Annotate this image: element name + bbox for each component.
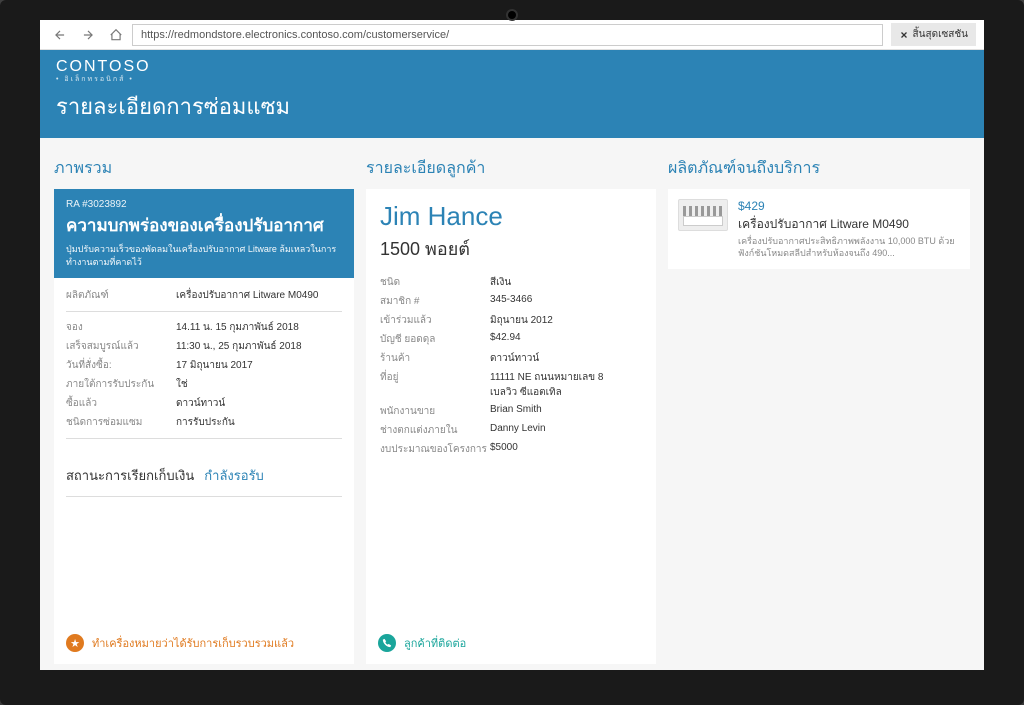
detail-row: ช่างตกแต่งภายในDanny Levin <box>380 423 642 438</box>
tablet-frame: https://redmondstore.electronics.contoso… <box>0 0 1024 705</box>
end-session-button[interactable]: สิ้นสุดเซสชัน <box>891 23 976 46</box>
products-panel: $429 เครื่องปรับอากาศ Litware M0490 เครื… <box>668 189 970 664</box>
product-title: เครื่องปรับอากาศ Litware M0490 <box>738 215 960 234</box>
repair-summary-card: RA #3023892 ความบกพร่องของเครื่องปรับอาก… <box>54 189 354 278</box>
screen: https://redmondstore.electronics.contoso… <box>40 20 984 670</box>
product-label: ผลิตภัณฑ์ <box>66 288 176 303</box>
detail-row: ร้านค้าดาวน์ทาวน์ <box>380 351 642 366</box>
divider <box>66 496 342 497</box>
detail-row: สมาชิก #345-3466 <box>380 294 642 309</box>
detail-value: 17 มิถุนายน 2017 <box>176 358 342 373</box>
detail-label: ชนิด <box>380 275 490 290</box>
product-row: ผลิตภัณฑ์ เครื่องปรับอากาศ Litware M0490 <box>66 288 342 303</box>
billing-value: กำลังรอรับ <box>204 465 264 486</box>
detail-value: การรับประกัน <box>176 415 342 430</box>
back-icon[interactable] <box>48 23 72 47</box>
detail-value: ดาวน์ทาวน์ <box>490 351 642 366</box>
url-input[interactable]: https://redmondstore.electronics.contoso… <box>132 24 883 46</box>
divider <box>66 438 342 439</box>
detail-value: $5000 <box>490 442 642 457</box>
detail-row: ซื้อแล้วดาวน์ทาวน์ <box>66 396 342 411</box>
star-icon: ★ <box>66 634 84 652</box>
customer-header: รายละเอียดลูกค้า <box>366 150 656 189</box>
detail-value: 11:30 น., 25 กุมภาพันธ์ 2018 <box>176 339 342 354</box>
phone-icon <box>378 634 396 652</box>
end-session-label: สิ้นสุดเซสชัน <box>913 27 968 42</box>
divider <box>66 311 342 312</box>
detail-label: จอง <box>66 320 176 335</box>
brand-subtitle: • อิเล็กทรอนิกส์ • <box>56 74 968 85</box>
detail-label: เสร็จสมบูรณ์แล้ว <box>66 339 176 354</box>
product-card[interactable]: $429 เครื่องปรับอากาศ Litware M0490 เครื… <box>668 189 970 269</box>
products-header: ผลิตภัณฑ์จนถึงบริการ <box>668 150 970 189</box>
mark-collected-label: ทำเครื่องหมายว่าได้รับการเก็บรวบรวมแล้ว <box>92 634 294 652</box>
overview-header: ภาพรวม <box>54 150 354 189</box>
product-value: เครื่องปรับอากาศ Litware M0490 <box>176 288 342 303</box>
page-title: รายละเอียดการซ่อมแซม <box>56 89 968 124</box>
customer-panel: Jim Hance 1500 พอยต์ ชนิดสีเงินสมาชิก #3… <box>366 189 656 664</box>
billing-status-row: สถานะการเรียกเก็บเงิน กำลังรอรับ <box>54 457 354 490</box>
home-icon[interactable] <box>104 23 128 47</box>
product-description: เครื่องปรับอากาศประสิทธิภาพพลังงาน 10,00… <box>738 236 960 259</box>
detail-value: สีเงิน <box>490 275 642 290</box>
billing-label: สถานะการเรียกเก็บเงิน <box>66 465 194 486</box>
overview-panel: RA #3023892 ความบกพร่องของเครื่องปรับอาก… <box>54 189 354 664</box>
detail-value: มิถุนายน 2012 <box>490 313 642 328</box>
detail-value: Danny Levin <box>490 423 642 438</box>
detail-value: Brian Smith <box>490 404 642 419</box>
detail-value: ดาวน์ทาวน์ <box>176 396 342 411</box>
contact-customer-button[interactable]: ลูกค้าที่ติดต่อ <box>366 622 656 664</box>
detail-label: ภายใต้การรับประกัน <box>66 377 176 392</box>
header-banner: CONTOSO • อิเล็กทรอนิกส์ • รายละเอียดการ… <box>40 50 984 138</box>
tablet-camera <box>506 9 518 21</box>
detail-row: เข้าร่วมแล้วมิถุนายน 2012 <box>380 313 642 328</box>
overview-details: ผลิตภัณฑ์ เครื่องปรับอากาศ Litware M0490… <box>54 278 354 457</box>
detail-label: ซื้อแล้ว <box>66 396 176 411</box>
repair-title: ความบกพร่องของเครื่องปรับอากาศ <box>66 212 342 239</box>
detail-row: เสร็จสมบูรณ์แล้ว11:30 น., 25 กุมภาพันธ์ … <box>66 339 342 354</box>
detail-row: บัญชี ยอดดุล$42.94 <box>380 332 642 347</box>
product-image <box>678 199 728 231</box>
content-columns: ภาพรวม RA #3023892 ความบกพร่องของเครื่อง… <box>40 138 984 670</box>
detail-row: ชนิดสีเงิน <box>380 275 642 290</box>
detail-label: เข้าร่วมแล้ว <box>380 313 490 328</box>
detail-label: ร้านค้า <box>380 351 490 366</box>
forward-icon[interactable] <box>76 23 100 47</box>
ra-number: RA #3023892 <box>66 199 342 210</box>
detail-value: 11111 NE ถนนหมายเลข 8เบลวิว ซีแอตเทิล <box>490 370 642 400</box>
detail-label: พนักงานขาย <box>380 404 490 419</box>
detail-row: ชนิดการซ่อมแซมการรับประกัน <box>66 415 342 430</box>
detail-label: ชนิดการซ่อมแซม <box>66 415 176 430</box>
detail-row: วันที่สั่งซื้อ:17 มิถุนายน 2017 <box>66 358 342 373</box>
detail-row: พนักงานขายBrian Smith <box>380 404 642 419</box>
contact-customer-label: ลูกค้าที่ติดต่อ <box>404 634 466 652</box>
product-price: $429 <box>738 199 960 213</box>
repair-description: ปุ่มปรับความเร็วของพัดลมในเครื่องปรับอาก… <box>66 243 342 268</box>
customer-points: 1500 พอยต์ <box>380 234 642 263</box>
detail-value: 345-3466 <box>490 294 642 309</box>
mark-collected-button[interactable]: ★ ทำเครื่องหมายว่าได้รับการเก็บรวบรวมแล้… <box>54 622 354 664</box>
detail-row: ภายใต้การรับประกันใช่ <box>66 377 342 392</box>
customer-name: Jim Hance <box>380 201 642 232</box>
detail-label: ช่างตกแต่งภายใน <box>380 423 490 438</box>
detail-value: 14.11 น. 15 กุมภาพันธ์ 2018 <box>176 320 342 335</box>
detail-label: สมาชิก # <box>380 294 490 309</box>
product-info: $429 เครื่องปรับอากาศ Litware M0490 เครื… <box>738 199 960 259</box>
detail-row: จอง14.11 น. 15 กุมภาพันธ์ 2018 <box>66 320 342 335</box>
detail-label: บัญชี ยอดดุล <box>380 332 490 347</box>
detail-value: $42.94 <box>490 332 642 347</box>
browser-bar: https://redmondstore.electronics.contoso… <box>40 20 984 50</box>
detail-label: งบประมาณของโครงการ <box>380 442 490 457</box>
close-icon <box>899 30 909 40</box>
detail-label: วันที่สั่งซื้อ: <box>66 358 176 373</box>
detail-row: ที่อยู่11111 NE ถนนหมายเลข 8เบลวิว ซีแอต… <box>380 370 642 400</box>
detail-label: ที่อยู่ <box>380 370 490 400</box>
detail-value: ใช่ <box>176 377 342 392</box>
detail-row: งบประมาณของโครงการ$5000 <box>380 442 642 457</box>
